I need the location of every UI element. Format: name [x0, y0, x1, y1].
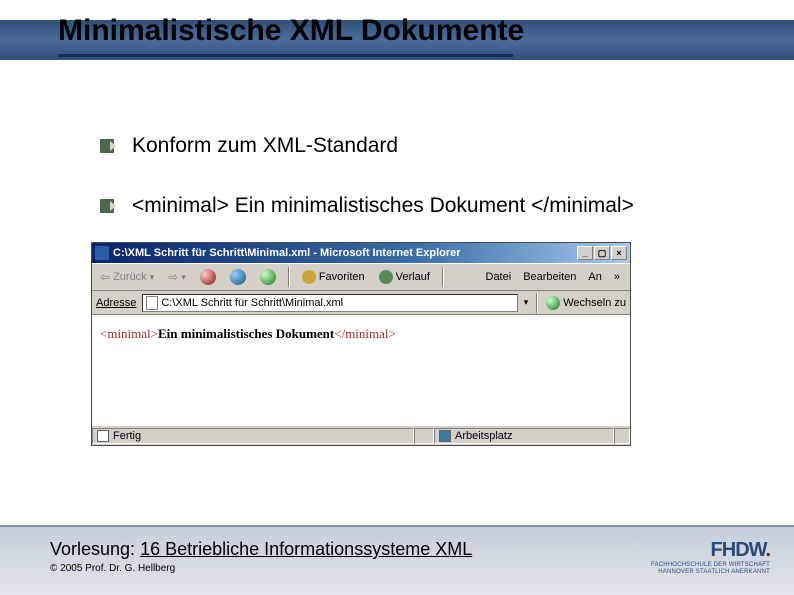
- status-doc-icon: [97, 430, 109, 442]
- home-button[interactable]: [256, 267, 280, 287]
- ie-titlebar: C:\XML Schritt für Schritt\Minimal.xml -…: [92, 243, 630, 263]
- status-left-cell: Fertig: [92, 428, 414, 444]
- go-button[interactable]: Wechseln zu: [546, 296, 626, 310]
- address-dropdown-icon[interactable]: ▾: [524, 297, 529, 308]
- zone-text: Arbeitsplatz: [455, 430, 512, 442]
- bullet-text: Konform zum XML-Standard: [132, 134, 398, 158]
- address-input[interactable]: C:\XML Schritt für Schritt\Minimal.xml: [142, 294, 517, 312]
- menu-file[interactable]: Datei: [486, 271, 512, 283]
- bullet-item: <minimal> Ein minimalistisches Dokument …: [100, 194, 700, 218]
- title-underline: [58, 54, 513, 57]
- favorites-button[interactable]: Favoriten: [298, 268, 369, 286]
- logo-sub1: FACHHOCHSCHULE DER WIRTSCHAFT: [651, 562, 770, 569]
- refresh-icon: [230, 269, 246, 285]
- favorites-icon: [302, 270, 316, 284]
- xml-close-tag: </minimal>: [334, 326, 396, 341]
- address-label: Adresse: [96, 297, 136, 309]
- logo-sub2: HANNOVER STAATLICH ANERKANNT: [651, 569, 770, 576]
- fhdw-logo: FHDW. FACHHOCHSCHULE DER WIRTSCHAFT HANN…: [651, 539, 770, 575]
- document-icon: [146, 296, 158, 310]
- history-icon: [379, 270, 393, 284]
- xml-open-tag: <minimal>: [100, 326, 158, 341]
- address-value: C:\XML Schritt für Schritt\Minimal.xml: [161, 297, 343, 309]
- toolbar-separator: [442, 267, 444, 287]
- close-button[interactable]: ×: [611, 246, 627, 260]
- home-icon: [260, 269, 276, 285]
- ie-window: C:\XML Schritt für Schritt\Minimal.xml -…: [91, 242, 631, 446]
- status-bar: Fertig Arbeitsplatz: [92, 425, 630, 445]
- favorites-label: Favoriten: [319, 271, 365, 283]
- menu-edit[interactable]: Bearbeiten: [523, 271, 576, 283]
- bullet-list: Konform zum XML-Standard <minimal> Ein m…: [100, 134, 700, 254]
- logo-main-text: FHDW: [711, 539, 766, 561]
- status-right-cell: Arbeitsplatz: [434, 428, 614, 444]
- refresh-button[interactable]: [226, 267, 250, 287]
- stop-button[interactable]: [196, 267, 220, 287]
- dropdown-icon: ▾: [181, 272, 186, 283]
- dropdown-icon: ▾: [150, 272, 155, 283]
- menu-bar: Datei Bearbeiten An »: [486, 271, 627, 283]
- forward-arrow-icon: ⇨: [168, 270, 178, 284]
- address-bar: Adresse C:\XML Schritt für Schritt\Minim…: [92, 291, 630, 315]
- back-label: Zurück: [113, 271, 147, 283]
- menu-more[interactable]: »: [614, 271, 620, 283]
- footer: Vorlesung: 16 Betriebliche Informationss…: [0, 525, 794, 595]
- back-button[interactable]: ⇦ Zurück ▾: [96, 268, 158, 286]
- slide-title: Minimalistische XML Dokumente: [58, 14, 524, 48]
- bullet-icon: [100, 199, 114, 213]
- status-spacer: [414, 428, 434, 444]
- back-arrow-icon: ⇦: [100, 270, 110, 284]
- bullet-icon: [100, 139, 114, 153]
- logo-text: FHDW.: [651, 539, 770, 562]
- status-text: Fertig: [113, 430, 141, 442]
- bullet-item: Konform zum XML-Standard: [100, 134, 700, 158]
- lecture-title: 16 Betriebliche Informationssysteme XML: [140, 539, 472, 559]
- ie-content-area: <minimal>Ein minimalistisches Dokument</…: [92, 315, 630, 425]
- forward-button[interactable]: ⇨ ▾: [164, 268, 190, 286]
- bullet-text: <minimal> Ein minimalistisches Dokument …: [132, 194, 634, 218]
- xml-text: Ein minimalistisches Dokument: [158, 326, 334, 341]
- ie-toolbar: ⇦ Zurück ▾ ⇨ ▾ Favoriten Verlauf Datei: [92, 263, 630, 291]
- window-buttons: _ ▢ ×: [577, 246, 627, 260]
- history-label: Verlauf: [396, 271, 430, 283]
- toolbar-separator: [536, 293, 538, 313]
- minimize-button[interactable]: _: [577, 246, 593, 260]
- go-icon: [546, 296, 560, 310]
- lecture-label: Vorlesung:: [50, 539, 135, 559]
- maximize-button[interactable]: ▢: [594, 246, 610, 260]
- ie-title-text: C:\XML Schritt für Schritt\Minimal.xml -…: [113, 247, 577, 259]
- toolbar-separator: [288, 267, 290, 287]
- stop-icon: [200, 269, 216, 285]
- history-button[interactable]: Verlauf: [375, 268, 434, 286]
- resize-grip: [614, 428, 630, 444]
- zone-icon: [439, 430, 451, 442]
- menu-view[interactable]: An: [588, 271, 601, 283]
- go-label: Wechseln zu: [563, 297, 626, 309]
- ie-app-icon: [95, 246, 109, 260]
